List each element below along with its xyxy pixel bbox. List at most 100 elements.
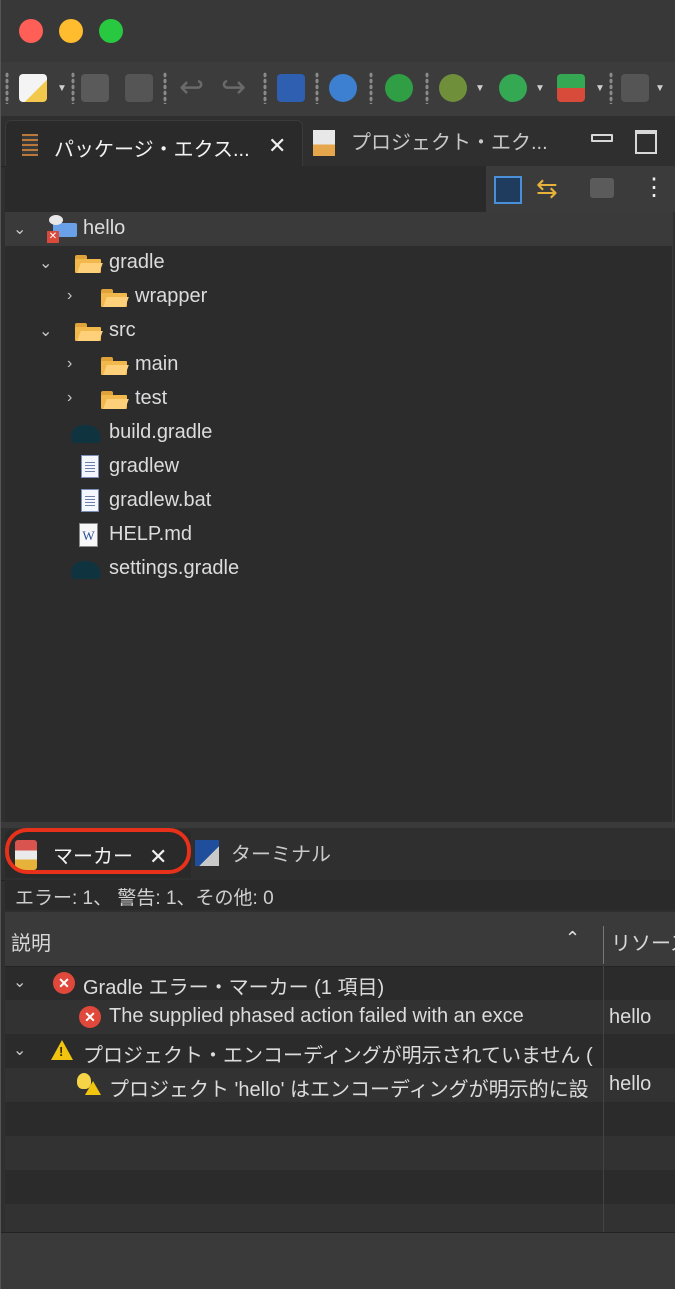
stop-icon[interactable] [621,74,649,102]
tree-item-label: gradlew.bat [109,489,212,511]
table-row-empty [5,1204,675,1232]
chevron-right-icon[interactable]: › [67,389,72,407]
close-window-button[interactable] [19,19,43,43]
tree-item-src[interactable]: ⌄ src [5,314,672,348]
chevron-down-icon[interactable]: ⌄ [13,1040,26,1060]
chevron-right-icon[interactable]: › [67,287,72,305]
close-icon[interactable]: ✕ [149,846,167,868]
zoom-window-button[interactable] [99,19,123,43]
settings-gear-icon[interactable] [329,74,357,102]
tab-project-explorer[interactable]: プロジェクト・エク... [351,126,548,155]
tree-item-build-gradle[interactable]: build.gradle [5,416,672,450]
tab-label: マーカー [53,846,133,868]
minimize-window-button[interactable] [59,19,83,43]
chevron-down-icon[interactable]: ▼ [655,83,665,94]
chevron-down-icon[interactable]: ⌄ [13,219,26,239]
package-explorer-tree: ⌄ ✕ hello ⌄ gradle › wrapper ⌄ src › mai… [5,212,673,822]
tree-item-label: src [109,319,136,341]
gradle-elephant-icon [71,425,101,443]
status-bar [1,1232,675,1289]
tree-item-label: gradle [109,251,165,273]
save-icon[interactable] [81,74,109,102]
external-tools-icon[interactable] [557,74,585,102]
view-toolbar: ⇆ ⋮ [5,166,675,212]
power-icon[interactable] [385,74,413,102]
tree-item-gradle[interactable]: ⌄ gradle [5,246,672,280]
chevron-down-icon[interactable]: ▼ [535,83,545,94]
filter-icon[interactable] [590,178,614,198]
tree-item-test[interactable]: › test [5,382,672,416]
tree-item-label: gradlew [109,455,180,477]
chevron-right-icon[interactable]: › [67,355,72,373]
error-icon: ✕ [79,1006,101,1028]
tree-item-gradlew[interactable]: gradlew [5,450,672,484]
tab-label: パッケージ・エクス... [54,139,250,161]
sort-ascending-icon[interactable]: ⌃ [565,928,580,949]
tab-package-explorer[interactable]: パッケージ・エクス... ✕ [5,120,303,167]
tree-item-wrapper[interactable]: › wrapper [5,280,672,314]
tree-item-label: test [135,387,168,409]
tree-item-label: main [135,353,179,375]
tree-item-label: hello [83,217,126,239]
table-row[interactable]: ✕ The supplied phased action failed with… [5,1000,675,1034]
save-all-icon[interactable] [125,74,153,102]
tab-markers[interactable]: マーカー ✕ [5,830,191,878]
column-header-description[interactable]: 説明 [11,927,51,956]
marker-description: The supplied phased action failed with a… [109,1005,524,1027]
column-divider-line [603,966,604,1232]
terminal-icon [195,840,219,866]
folder-icon [101,289,129,307]
marker-resource: hello [609,1006,652,1028]
forward-icon[interactable]: ↪ [221,73,249,103]
chevron-down-icon[interactable]: ▼ [595,83,605,94]
collapse-all-icon[interactable] [494,176,522,204]
chevron-down-icon[interactable]: ⌄ [39,321,52,341]
warning-icon: ! [51,1040,73,1060]
tree-item-help-md[interactable]: W HELP.md [5,518,672,552]
tree-item-main[interactable]: › main [5,348,672,382]
link-with-editor-icon[interactable]: ⇆ [536,174,558,202]
marker-resource: hello [609,1073,652,1095]
view-menu-icon[interactable]: ⋮ [642,174,666,202]
run-icon[interactable] [499,74,527,102]
tree-item-settings-gradle[interactable]: settings.gradle [5,552,672,586]
chevron-down-icon[interactable]: ▼ [475,83,485,94]
table-row[interactable]: ⌄ ! プロジェクト・エンコーディングが明示されていません ( [5,1034,675,1068]
toolbar-separator [5,72,9,104]
chevron-down-icon[interactable]: ▼ [57,83,67,94]
text-file-icon [81,455,99,478]
markers-summary: エラー: 1、 警告: 1、その他: 0 [5,880,675,910]
debug-bug-icon[interactable] [439,74,467,102]
table-row[interactable]: ⌄ ✕ Gradle エラー・マーカー (1 項目) [5,966,675,1000]
table-row[interactable]: プロジェクト 'hello' はエンコーディングが明示的に設 hello [5,1068,675,1102]
bottom-view-tabbar: マーカー ✕ ターミナル [1,828,675,881]
main-toolbar: ▼ ↩ ↪ ▼ ▼ ▼ ▼ [1,62,675,117]
view-toolbar-actions: ⇆ ⋮ [486,166,675,212]
toolbar-separator [369,72,373,104]
gradle-elephant-icon [71,561,101,579]
marker-description: プロジェクト 'hello' はエンコーディングが明示的に設 [109,1079,589,1101]
tab-terminal[interactable]: ターミナル [231,838,331,867]
console-icon[interactable] [277,74,305,102]
markers-summary-text: エラー: 1、 警告: 1、その他: 0 [15,888,274,909]
maximize-view-icon[interactable] [635,130,657,154]
toolbar-separator [315,72,319,104]
new-wizard-icon[interactable] [19,74,47,102]
tree-item-gradlew-bat[interactable]: gradlew.bat [5,484,672,518]
chevron-down-icon[interactable]: ⌄ [13,972,26,992]
tree-item-hello[interactable]: ⌄ ✕ hello [5,212,672,246]
eclipse-window: ▼ ↩ ↪ ▼ ▼ ▼ ▼ パッケージ・エクス... ✕ プロジェクト・エク..… [0,0,675,1289]
table-header: 説明 ⌃ リソース [5,912,675,967]
table-row-empty [5,1136,675,1170]
toolbar-separator [263,72,267,104]
close-icon[interactable]: ✕ [268,135,286,157]
chevron-down-icon[interactable]: ⌄ [39,253,52,273]
marker-description: Gradle エラー・マーカー (1 項目) [83,977,385,999]
marker-description: プロジェクト・エンコーディングが明示されていません ( [83,1045,593,1067]
column-divider[interactable] [603,926,604,964]
column-header-resource[interactable]: リソース [611,927,675,956]
minimize-view-icon[interactable] [591,134,613,142]
back-icon[interactable]: ↩ [179,73,207,103]
tree-item-label: HELP.md [109,523,193,545]
table-row-empty [5,1170,675,1204]
